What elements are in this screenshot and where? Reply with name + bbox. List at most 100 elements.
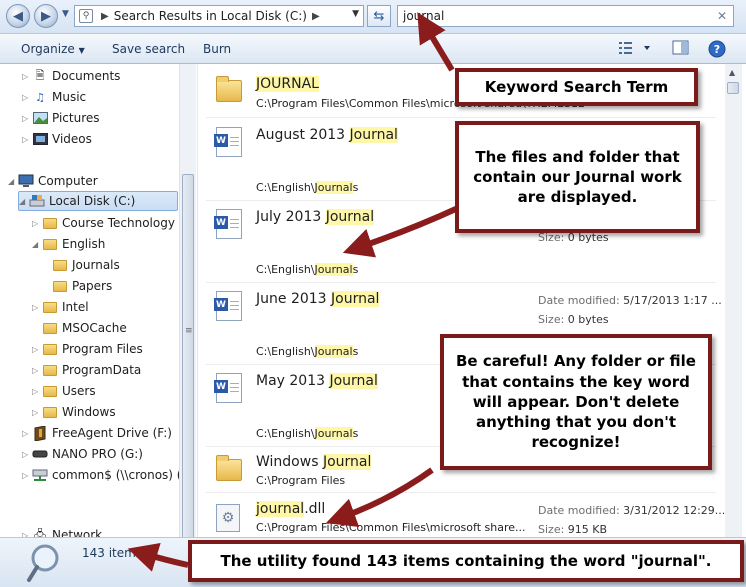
nav-item-nano-pro[interactable]: ▷ NANO PRO (G:) <box>22 444 143 464</box>
folder-icon <box>42 237 58 251</box>
music-icon: ♫ <box>35 90 45 104</box>
folder-icon <box>42 321 58 335</box>
clear-search-icon[interactable]: ✕ <box>717 9 727 23</box>
nav-item-program-files[interactable]: ▷ Program Files <box>32 339 143 359</box>
magnifier-icon <box>27 544 59 582</box>
breadcrumb-separator-icon[interactable]: ▶ <box>101 11 109 22</box>
results-scroll-thumb[interactable] <box>727 82 739 94</box>
organize-button[interactable]: Organize ▼ <box>21 42 85 56</box>
chevron-down-icon: ▼ <box>78 46 85 55</box>
nav-label: FreeAgent Drive (F:) <box>52 426 172 440</box>
nav-item-windows[interactable]: ▷ Windows <box>32 402 116 422</box>
item-size: Size: 0 bytes <box>538 313 609 326</box>
name-highlight: Journal <box>329 373 378 389</box>
nav-item-local-disk[interactable]: ◢ Local Disk (C:) <box>18 191 178 211</box>
refresh-button[interactable]: ⇆ <box>367 5 391 27</box>
burn-button[interactable]: Burn <box>203 42 231 56</box>
results-scrollbar[interactable]: ▲ <box>725 64 742 537</box>
forward-button[interactable]: ▶ <box>34 4 58 28</box>
back-arrow-icon: ◀ <box>13 8 23 24</box>
nav-item-freeagent-drive[interactable]: ▷ FreeAgent Drive (F:) <box>22 423 172 443</box>
breadcrumb-path[interactable]: Search Results in Local Disk (C:) <box>114 9 307 23</box>
date-value: 5/17/2013 1:17 ... <box>623 294 722 307</box>
expand-icon[interactable]: ▷ <box>32 303 42 312</box>
path-highlight: Journal <box>314 181 353 194</box>
preview-pane-button[interactable] <box>672 40 690 59</box>
name-text: June 2013 <box>256 291 332 307</box>
expand-icon[interactable]: ▷ <box>22 93 32 102</box>
item-path: C:\Program Files <box>256 474 345 487</box>
preview-pane-icon <box>672 40 689 55</box>
nav-item-msocache[interactable]: MSOCache <box>42 318 127 338</box>
address-dropdown-icon[interactable]: ▼ <box>352 9 359 19</box>
item-count: 143 items <box>82 546 143 560</box>
list-item[interactable]: ⚙ journal.dll Date modified: 3/31/2012 1… <box>206 493 725 537</box>
name-text: Windows <box>256 454 323 470</box>
expand-icon[interactable]: ▷ <box>22 429 32 438</box>
nav-item-english[interactable]: ◢ English <box>32 234 105 254</box>
expand-icon[interactable]: ▷ <box>22 114 32 123</box>
nav-item-computer[interactable]: ◢ Computer <box>8 171 98 191</box>
search-query[interactable]: journal <box>403 9 444 23</box>
expand-icon[interactable]: ▷ <box>32 366 42 375</box>
nav-item-network-share[interactable]: ▷ common$ (\\cronos) (C <box>22 465 190 485</box>
recent-pages-dropdown-icon[interactable]: ▼ <box>62 9 69 19</box>
nav-item-music[interactable]: ▷ ♫ Music <box>22 87 86 107</box>
expand-icon[interactable]: ▷ <box>22 471 32 480</box>
nav-item-papers[interactable]: Papers <box>52 276 112 296</box>
nav-item-documents[interactable]: ▷ 🗎 Documents <box>22 66 120 86</box>
item-path: C:\English\Journals <box>256 181 358 194</box>
address-bar: ◀ ▶ ▼ ⚲ ▶ Search Results in Local Disk (… <box>0 0 746 34</box>
nav-item-intel[interactable]: ▷ Intel <box>32 297 89 317</box>
expand-icon[interactable]: ▷ <box>32 387 42 396</box>
folder-icon <box>216 76 242 102</box>
nav-item-programdata[interactable]: ▷ ProgramData <box>32 360 141 380</box>
external-drive-icon <box>32 425 48 441</box>
help-button[interactable]: ? <box>708 40 726 61</box>
expand-icon[interactable]: ▷ <box>32 408 42 417</box>
nav-label: Intel <box>62 300 89 314</box>
collapse-icon[interactable]: ◢ <box>8 177 18 186</box>
pictures-icon <box>32 111 48 125</box>
path-highlight: Journal <box>314 263 353 276</box>
collapse-icon[interactable]: ◢ <box>32 240 42 249</box>
item-name: July 2013 Journal <box>256 209 375 225</box>
folder-icon <box>42 363 58 377</box>
item-path: C:\Program Files\Common Files\microsoft … <box>256 521 526 534</box>
item-date-modified: Date modified: 5/17/2013 1:17 ... <box>538 294 722 307</box>
nav-scroll-thumb[interactable] <box>182 174 194 587</box>
nav-label: NANO PRO (G:) <box>52 447 143 461</box>
nav-item-course-technology[interactable]: ▷ Course Technology <box>32 213 175 233</box>
expand-icon[interactable]: ▷ <box>22 450 32 459</box>
path-highlight: Journal <box>314 427 353 440</box>
scroll-up-icon[interactable]: ▲ <box>729 68 735 77</box>
word-document-icon: W <box>214 209 242 239</box>
nav-label: MSOCache <box>62 321 127 335</box>
view-options-button[interactable] <box>618 40 654 59</box>
save-search-button[interactable]: Save search <box>112 42 185 56</box>
path-text: C:\English\ <box>256 263 315 276</box>
search-input[interactable]: journal ✕ <box>397 5 734 27</box>
nav-item-journals[interactable]: Journals <box>52 255 120 275</box>
breadcrumb-separator-icon[interactable]: ▶ <box>312 11 320 22</box>
nav-item-videos[interactable]: ▷ Videos <box>22 129 92 149</box>
expand-icon[interactable]: ▷ <box>32 345 42 354</box>
organize-label: Organize <box>21 42 75 56</box>
nav-item-pictures[interactable]: ▷ Pictures <box>22 108 100 128</box>
expand-icon[interactable]: ▷ <box>32 219 42 228</box>
nav-item-users[interactable]: ▷ Users <box>32 381 96 401</box>
path-text: C:\English\ <box>256 181 315 194</box>
expand-icon[interactable]: ▷ <box>22 72 32 81</box>
nav-scrollbar[interactable]: ≡ <box>179 64 196 587</box>
collapse-icon[interactable]: ◢ <box>19 197 29 206</box>
folder-icon <box>42 342 58 356</box>
address-field[interactable]: ⚲ ▶ Search Results in Local Disk (C:) ▶ … <box>74 5 364 27</box>
nav-item-network[interactable]: ▷ 🖧 Network <box>22 525 102 538</box>
name-text: May 2013 <box>256 373 330 389</box>
name-highlight: Journal <box>322 454 372 470</box>
nav-label: Papers <box>72 279 113 293</box>
path-text: C:\Program Files <box>256 474 346 487</box>
back-button[interactable]: ◀ <box>6 4 30 28</box>
nav-label: Pictures <box>52 111 100 125</box>
expand-icon[interactable]: ▷ <box>22 135 32 144</box>
